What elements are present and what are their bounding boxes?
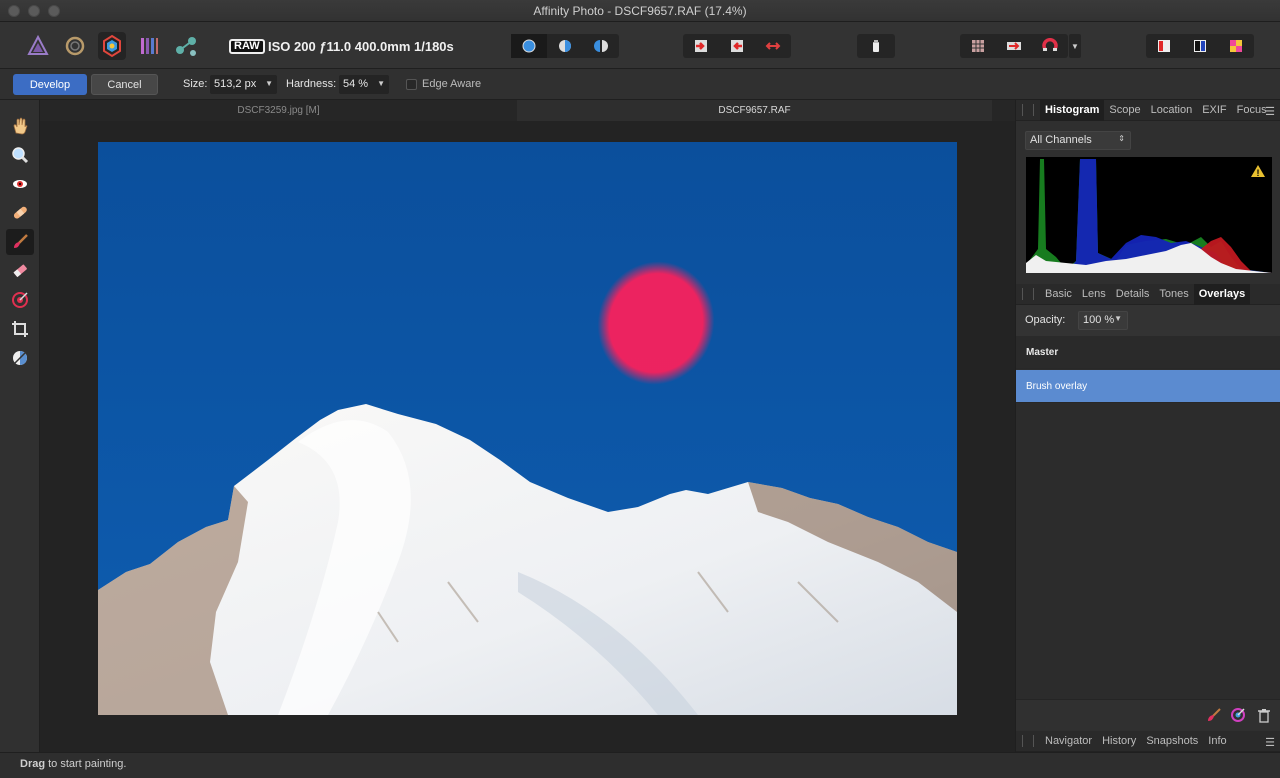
show-right-panel-icon[interactable] [1182, 34, 1218, 58]
trash-icon[interactable] [1256, 707, 1272, 728]
single-view-button[interactable] [511, 34, 547, 58]
status-bar: Drag to start painting. [0, 752, 1280, 778]
opacity-value: 100 % [1083, 314, 1115, 326]
tab-history[interactable]: History [1097, 731, 1141, 752]
chevron-down-icon[interactable]: ▼ [1069, 34, 1081, 58]
opacity-label: Opacity: [1025, 314, 1066, 326]
overlays-footer [1016, 699, 1280, 730]
edge-aware-checkbox[interactable] [406, 79, 417, 90]
chevron-down-icon: ▼ [377, 79, 385, 88]
export-persona-icon[interactable] [172, 32, 200, 60]
tab-details[interactable]: Details [1111, 284, 1155, 305]
tab-scope[interactable]: Scope [1104, 100, 1145, 121]
clipping-warning-icon[interactable] [857, 34, 895, 58]
exif-summary: ISO 200 ƒ11.0 400.0mm 1/180s [268, 39, 454, 54]
tab-snapshots[interactable]: Snapshots [1141, 731, 1203, 752]
hardness-value: 54 % [343, 78, 369, 90]
right-studio-panel: Histogram Scope Location EXIF Focus ☰ Al… [1015, 99, 1280, 752]
split-view-button[interactable] [547, 34, 583, 58]
tab-exif[interactable]: EXIF [1197, 100, 1231, 121]
tab-histogram[interactable]: Histogram [1040, 99, 1105, 121]
tab-overlays[interactable]: Overlays [1193, 283, 1251, 305]
split-orientation-group [683, 34, 791, 58]
status-hint: to start painting. [45, 758, 127, 770]
size-value: 513,2 px [214, 78, 257, 90]
tab-navigator[interactable]: Navigator [1040, 731, 1097, 752]
overlay-tools-group [960, 34, 1068, 58]
chevron-down-icon: ▼ [1114, 314, 1122, 323]
swap-right-icon[interactable] [719, 34, 755, 58]
tab-tones[interactable]: Tones [1154, 284, 1193, 305]
blemish-tool-icon[interactable] [6, 200, 34, 226]
panel-grip-icon[interactable] [1022, 735, 1034, 747]
grid-icon[interactable] [960, 34, 996, 58]
zoom-tool-icon[interactable] [6, 142, 34, 168]
edge-aware-label: Edge Aware [422, 78, 482, 90]
swap-left-icon[interactable] [683, 34, 719, 58]
size-field[interactable]: 513,2 px ▼ [210, 75, 277, 94]
updown-icon: ⇕ [1118, 134, 1125, 143]
view-mode-group [511, 34, 619, 58]
highlight-clip-icon[interactable] [996, 34, 1032, 58]
tab-lens[interactable]: Lens [1077, 284, 1111, 305]
status-hint-bold: Drag [20, 758, 46, 770]
develop-persona-icon[interactable] [98, 32, 126, 60]
crop-tool-icon[interactable] [6, 316, 34, 342]
overlay-erase-tool-icon[interactable] [6, 258, 34, 284]
tone-mapping-persona-icon[interactable] [135, 32, 163, 60]
mirror-view-button[interactable] [583, 34, 619, 58]
context-toolbar: Develop Cancel Size: 513,2 px ▼ Hardness:… [0, 69, 1280, 100]
red-eye-tool-icon[interactable] [6, 171, 34, 197]
overlay-master[interactable]: Master [1016, 336, 1280, 369]
cancel-button[interactable]: Cancel [91, 74, 158, 95]
tab-location[interactable]: Location [1146, 100, 1198, 121]
histogram-graph: ! [1026, 157, 1272, 273]
photo-canvas[interactable] [98, 142, 957, 715]
raw-badge: RAW [229, 39, 265, 54]
navigator-panel-tabs: Navigator History Snapshots Info ☰ [1016, 731, 1280, 752]
overlay-gradient-tool-icon[interactable] [6, 287, 34, 313]
channel-value: All Channels [1030, 134, 1092, 146]
size-label: Size: [183, 78, 208, 90]
panel-grip-icon[interactable] [1022, 104, 1034, 116]
swap-both-icon[interactable] [755, 34, 791, 58]
add-brush-overlay-icon[interactable] [1206, 707, 1222, 728]
opacity-row: Opacity: 100 % ▼ [1016, 305, 1280, 336]
title-bar: Affinity Photo - DSCF9657.RAF (17.4%) [0, 0, 1280, 22]
panel-menu-icon[interactable]: ☰ [1265, 736, 1275, 749]
hardness-field[interactable]: 54 % ▼ [339, 75, 389, 94]
overlay-paint-tool-icon[interactable] [6, 229, 34, 255]
hand-tool-icon[interactable] [6, 113, 34, 139]
clipping-group [857, 34, 895, 58]
liquify-persona-icon[interactable] [61, 32, 89, 60]
photo-persona-icon[interactable] [24, 32, 52, 60]
tools-panel [0, 100, 40, 752]
panel-menu-icon[interactable]: ☰ [1265, 105, 1275, 118]
magnet-icon[interactable] [1032, 34, 1068, 58]
tab-dscf3259[interactable]: DSCF3259.jpg [M] [40, 100, 517, 121]
svg-text:!: ! [1257, 168, 1260, 178]
chevron-down-icon: ▼ [265, 79, 273, 88]
white-balance-tool-icon[interactable] [6, 345, 34, 371]
overlay-brush[interactable]: Brush overlay [1016, 370, 1280, 403]
document-tabs: DSCF3259.jpg [M] DSCF9657.RAF [40, 100, 1015, 121]
opacity-field[interactable]: 100 % ▼ [1078, 311, 1128, 330]
panel-grip-icon[interactable] [1022, 288, 1034, 300]
develop-button[interactable]: Develop [13, 74, 87, 95]
tab-dscf9657[interactable]: DSCF9657.RAF [517, 100, 992, 121]
show-all-panels-icon[interactable] [1218, 34, 1254, 58]
add-gradient-overlay-icon[interactable] [1230, 707, 1246, 728]
show-left-panel-icon[interactable] [1146, 34, 1182, 58]
hardness-label: Hardness: [286, 78, 337, 90]
main-toolbar: RAW ISO 200 ƒ11.0 400.0mm 1/180s ▼ [0, 22, 1280, 69]
studio-toggle-group [1146, 34, 1254, 58]
adjustment-panel-tabs: Basic Lens Details Tones Overlays [1016, 283, 1280, 305]
histogram-panel-tabs: Histogram Scope Location EXIF Focus ☰ [1016, 99, 1280, 121]
channel-select[interactable]: All Channels ⇕ [1025, 131, 1131, 150]
tab-info[interactable]: Info [1203, 731, 1231, 752]
window-title: Affinity Photo - DSCF9657.RAF (17.4%) [533, 4, 747, 18]
tab-basic[interactable]: Basic [1040, 284, 1077, 305]
